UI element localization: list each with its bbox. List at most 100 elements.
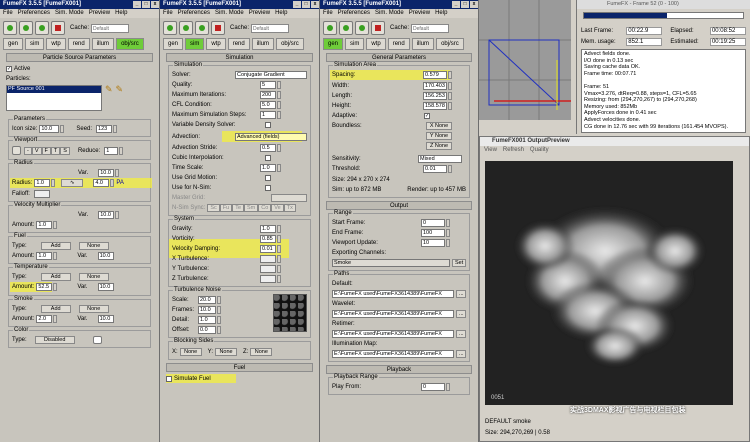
play-icon[interactable] [163,21,177,35]
reduce-field[interactable]: 1 [104,146,119,155]
minimize-button[interactable]: _ [133,1,141,8]
sync-button[interactable]: Te [232,203,244,212]
wavelet-path-field[interactable]: E:\FumeFX used\FumeFX3614389\FumeFX [332,309,454,318]
stop-icon[interactable] [211,21,225,35]
menu-help[interactable]: Help [115,9,127,18]
spinner[interactable] [217,315,221,324]
menu-help[interactable]: Help [275,9,287,18]
smoke-amount-field[interactable]: 2.0 [36,314,53,323]
retimer-path-field[interactable]: E:\FumeFX used\FumeFX3614389\FumeFX [332,329,454,338]
spinner[interactable] [277,100,281,109]
threshold-field[interactable]: 0.01 [423,164,447,173]
vp-button[interactable]: - [24,146,32,155]
wavelet-icon[interactable] [355,21,369,35]
menu-file[interactable]: File [323,9,333,18]
fuel-none-button[interactable]: None [78,241,109,250]
menu-preferences[interactable]: Preferences [178,9,210,18]
menu-help[interactable]: Help [435,9,447,18]
start-frame-field[interactable]: 0 [421,218,445,227]
play-from-field[interactable]: 0 [421,382,445,391]
menu-quality[interactable]: Quality [530,146,549,155]
spinner[interactable] [53,283,58,291]
cubic-checkbox[interactable] [265,154,271,161]
sync-button[interactable]: Sc [207,203,220,212]
solver-dropdown[interactable]: Conjugate Gradient [235,70,307,79]
length-field[interactable]: 156.253 [423,91,447,100]
spinner[interactable] [110,179,115,187]
maximize-button[interactable]: □ [302,1,310,8]
quality-field[interactable]: 5 [260,80,276,89]
color-swatch[interactable] [92,335,102,344]
tab-gen[interactable]: gen [163,38,184,50]
fuel-var-field[interactable]: 10.0 [97,251,114,260]
pick-icon[interactable]: ✎ [105,84,113,95]
spinner[interactable] [446,218,450,227]
max-steps-field[interactable]: 1 [260,110,276,119]
tab-sim[interactable]: sim [25,38,45,50]
menu-preferences[interactable]: Preferences [18,9,50,18]
frames-field[interactable]: 10.0 [198,305,216,314]
height-field[interactable]: 158.578 [423,101,447,110]
simulate-fuel-checkbox[interactable] [166,375,172,382]
spinner[interactable] [53,220,58,229]
spinner[interactable] [446,238,450,247]
scale-field[interactable]: 20.0 [198,295,216,304]
spinner[interactable] [448,164,452,173]
vp-button[interactable]: F [41,146,51,155]
spinner[interactable] [60,124,65,133]
spinner[interactable] [448,101,452,110]
menu-view[interactable]: View [484,146,497,155]
max-iterations-field[interactable]: 200 [260,90,276,99]
z-turbulence-field[interactable] [260,274,276,283]
radius-field[interactable]: 1.0 [34,179,51,187]
play-icon[interactable] [3,21,17,35]
tab-obj-src[interactable]: obj/src [436,38,464,50]
spinner[interactable] [53,314,58,323]
icon-size-field[interactable]: 10.0 [39,124,60,133]
close-button[interactable]: x [311,1,319,8]
spinner[interactable] [115,168,120,177]
cache-dropdown[interactable]: Default [411,23,450,33]
spinner[interactable] [277,80,281,89]
vp-button[interactable]: V [31,146,42,155]
spinner[interactable] [277,244,281,253]
maximize-button[interactable]: □ [142,1,150,8]
boundless-x-button[interactable]: X None [426,121,452,130]
continue-icon[interactable] [179,21,193,35]
radius-var2-field[interactable]: 4.0 [93,179,110,187]
minimize-button[interactable]: _ [452,1,460,8]
rollout-fuel[interactable]: Fuel [166,363,313,372]
set-channels-button[interactable]: Set [452,258,466,267]
close-button[interactable]: x [470,1,478,8]
spinner[interactable] [277,264,281,273]
temp-amount-field[interactable]: 52.5 [36,283,53,291]
rollout-general-parameters[interactable]: General Parameters [326,53,472,62]
menu-sim-mode[interactable]: Sim. Mode [55,9,84,18]
3d-viewport[interactable] [479,0,571,120]
vel-var-field[interactable]: 10.0 [98,210,115,219]
maximize-button[interactable]: □ [461,1,469,8]
block-y-button[interactable]: None [215,347,238,356]
browse-button[interactable]: ... [456,289,466,298]
active-checkbox[interactable] [6,65,12,72]
vp-button[interactable]: T [50,146,61,155]
smoke-var-field[interactable]: 10.0 [97,314,114,323]
spinner[interactable] [115,210,120,219]
tab-wtp[interactable]: wtp [46,38,66,50]
continue-icon[interactable] [19,21,33,35]
falloff-field[interactable] [33,189,50,198]
smoke-add-button[interactable]: Add [40,304,71,313]
fuel-add-button[interactable]: Add [40,241,71,250]
tab-illum[interactable]: illum [251,38,275,50]
tab-rend[interactable]: rend [387,38,410,50]
spinner[interactable] [277,274,281,283]
wavelet-icon[interactable] [195,21,209,35]
stop-icon[interactable] [51,21,65,35]
spinner[interactable] [277,224,281,233]
vel-damping-field[interactable]: 0.01 [260,244,276,253]
tab-illum[interactable]: illum [91,38,115,50]
spinner[interactable] [217,305,221,314]
cfl-field[interactable]: 5.0 [260,100,276,109]
pa-label[interactable]: PA [116,180,124,186]
menu-preview[interactable]: Preview [409,9,430,18]
